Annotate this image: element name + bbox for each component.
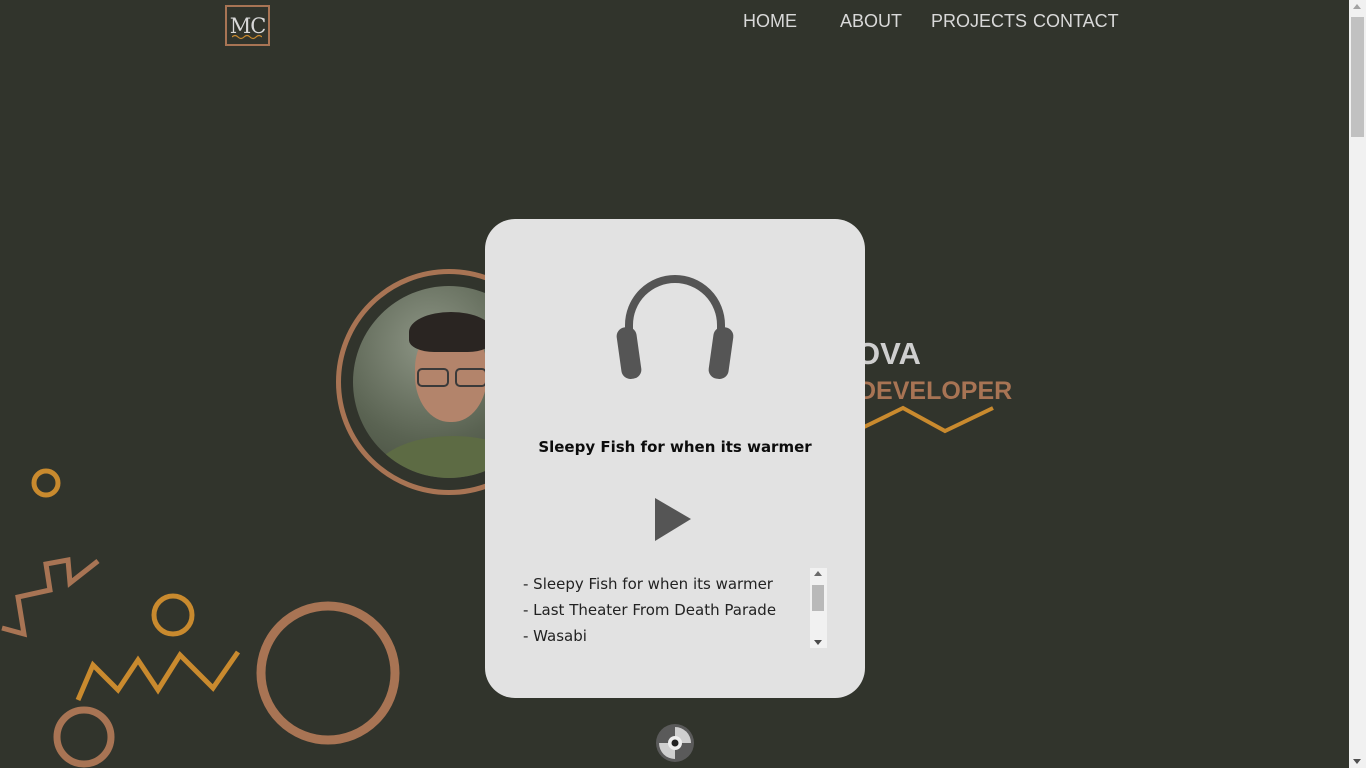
hero-title: OVA: [856, 336, 921, 371]
current-track-title: Sleepy Fish for when its warmer: [538, 438, 812, 456]
zigzag-gold: [75, 650, 241, 701]
playlist-item[interactable]: - Last Theater From Death Parade: [515, 595, 827, 621]
medium-circle-gold: [151, 593, 195, 637]
playlist-scroll-down-icon[interactable]: [814, 640, 822, 645]
bottom-circle-brown: [53, 706, 115, 768]
zigzag-brown: [1, 557, 100, 638]
playlist-scrollbar[interactable]: [810, 568, 827, 648]
play-icon: [655, 498, 691, 541]
music-player-card: Sleepy Fish for when its warmer - Sleepy…: [485, 219, 865, 698]
playlist-item[interactable]: - Wasabi: [515, 621, 827, 647]
play-button[interactable]: [653, 497, 693, 543]
disc-button[interactable]: [655, 723, 695, 763]
playlist-item[interactable]: - Sleepy Fish for when its warmer: [515, 569, 827, 595]
underline-zigzag: [861, 405, 994, 434]
scroll-down-arrow-icon[interactable]: [1353, 759, 1361, 764]
playlist-scroll-up-icon[interactable]: [814, 571, 822, 576]
playlist[interactable]: - Sleepy Fish for when its warmer - Last…: [515, 569, 827, 649]
hero-subtitle: DEVELOPER: [858, 377, 1013, 405]
large-circle-brown: [256, 601, 400, 745]
page-scrollbar[interactable]: [1349, 0, 1366, 768]
small-circle-gold: [31, 468, 61, 498]
headphones-icon: [616, 275, 734, 379]
playlist-scroll-thumb[interactable]: [812, 585, 824, 611]
